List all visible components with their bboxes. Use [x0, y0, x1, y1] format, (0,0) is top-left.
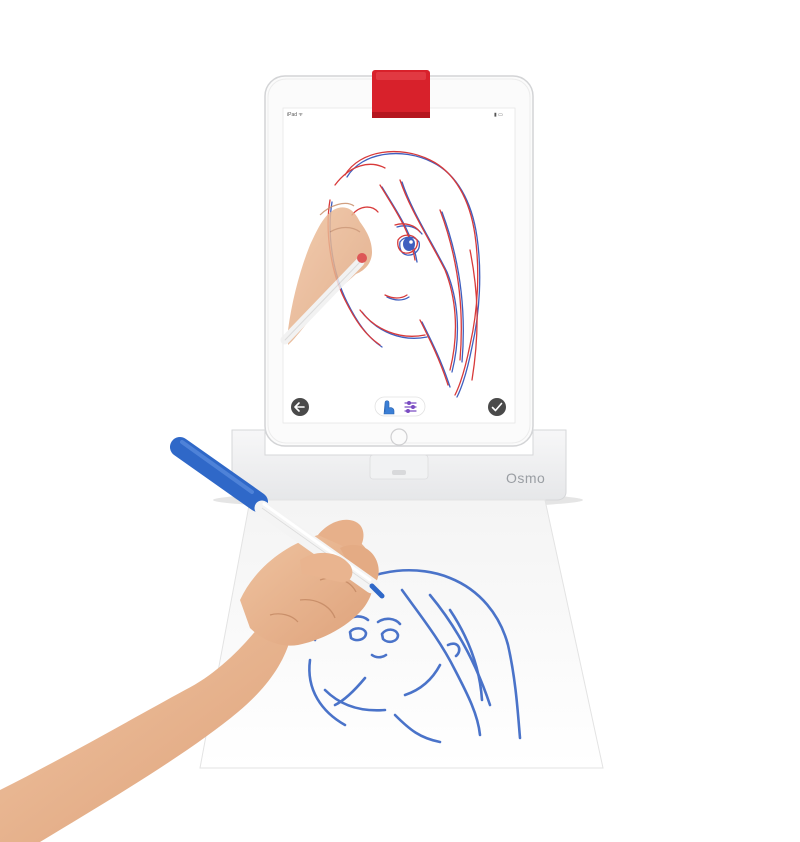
checkmark-icon[interactable] — [488, 398, 506, 416]
ipad-status-right: ▮ ▭ — [494, 112, 503, 118]
tool-pill — [374, 396, 426, 417]
scene-illustration — [0, 70, 604, 842]
red-reflector-clip — [372, 70, 430, 118]
adjust-sliders-icon[interactable] — [404, 401, 417, 414]
ipad-status-left: iPad ᯤ — [287, 112, 303, 118]
osmo-brand-label: Osmo — [506, 470, 546, 486]
photo-scene: iPad ᯤ ▮ ▭ Osmo — [0, 0, 800, 842]
home-button[interactable] — [390, 428, 408, 446]
